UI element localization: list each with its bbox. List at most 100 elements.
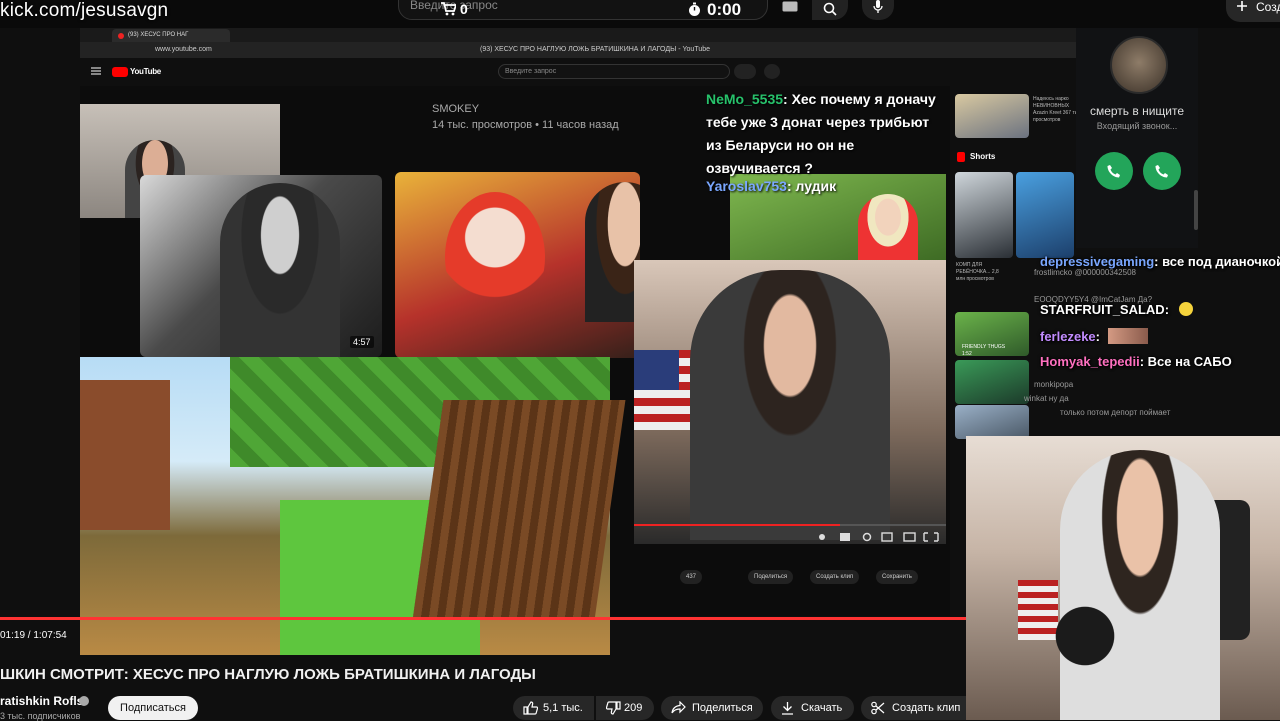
channel-name[interactable]: ratishkin Rofls [0,694,83,708]
emote-image-icon [1107,328,1148,344]
plus-icon [1236,0,1248,12]
minecraft-wall [80,380,170,530]
share-button[interactable]: Поделиться [661,696,763,720]
inner-tab[interactable]: (93) ХЕСУС ПРО НАГ [112,29,230,42]
youtube-favicon-icon [118,33,124,39]
stopwatch-icon [687,2,702,17]
flag-canton [634,350,679,390]
chat-ghost-line: только потом депорт поймает [1060,408,1171,417]
cart-count: 0 [460,1,468,17]
download-label: Скачать [801,702,843,714]
inner-page-title: (93) ХЕСУС ПРО НАГЛУЮ ЛОЖЬ БРАТИШКИНА И … [480,46,711,53]
sidebar-video-thumbnail[interactable] [955,360,1029,404]
chat-text: : Все на САБО [1139,354,1232,369]
video-card-channel[interactable]: SMOKEY [432,103,479,115]
thumbs-up-icon [523,701,538,715]
caller-name: смерть в нищите [1089,104,1185,118]
like-button[interactable]: 5,1 тыс. [513,696,594,720]
call-status: Входящий звонок... [1096,121,1178,131]
mic-icon [873,0,883,14]
inner-like-button[interactable]: 437 [680,570,703,584]
phone-icon [1107,164,1121,178]
inner-clip-button[interactable]: Создать клип [810,570,860,584]
streamer-figure [690,270,890,540]
share-label: Поделиться [692,702,753,714]
overlay-chat-message: Yaroslav753: лудик [706,178,836,194]
create-label: Создать [1256,0,1280,14]
caller-avatar [1110,36,1168,94]
inner-search-button[interactable] [734,64,756,79]
inner-player-controls [812,530,942,544]
emote-icon [1178,302,1193,316]
video-title: ШКИН СМОТРИТ: ХЕСУС ПРО НАГЛУЮ ЛОЖЬ БРАТ… [0,666,536,683]
like-count: 5,1 тыс. [543,702,583,714]
facecam-microphone [1050,600,1120,690]
accept-call-button[interactable] [1095,152,1133,190]
video-card-meta: 14 тыс. просмотров • 11 часов назад [432,119,619,131]
menu-icon[interactable] [91,67,101,75]
verified-icon [79,696,89,706]
inner-url: www.youtube.com [155,46,212,53]
stream-watermark: kick.com/jesusavgn [0,0,169,21]
inner-progress-fill [634,524,840,526]
video-thumbnail-clown[interactable] [395,172,640,358]
thumbs-down-icon [606,701,621,715]
sidebar-video-thumbnail[interactable] [955,405,1029,439]
download-button[interactable]: Скачать [771,696,854,720]
subscribe-button[interactable]: Подписаться [108,696,198,720]
scissors-icon [871,701,885,715]
keyboard-icon[interactable] [782,1,798,12]
chat-username: Yaroslav753 [706,178,787,194]
chat-text: : все под дианочкой ползают [1154,254,1280,269]
shorts-heading: Shorts [970,152,996,161]
cart-icon [440,2,456,16]
dislike-button[interactable]: 209 [596,696,654,720]
chat-ghost-line: winkat ну да [1024,394,1069,403]
video-progress-fill [0,617,966,620]
chat-ghost-line: monkipopa [1034,380,1074,389]
dislike-count: 209 [624,702,643,714]
video-thumbnail-bw[interactable] [140,175,382,357]
time-display: 01:19 / 1:07:54 [0,630,67,641]
short-thumbnail[interactable] [1016,172,1074,258]
search-icon [823,2,837,16]
inner-search-input[interactable]: Введите запрос [498,64,730,79]
chat-username: ferlezeke [1040,329,1096,344]
phone-icon [1155,164,1169,178]
inner-share-button[interactable]: Поделиться [748,570,794,584]
chat-username: depressivegaming [1040,254,1155,269]
chat-text: : лудик [786,178,837,194]
chat-message: depressivegaming: все под дианочкой полз… [1040,254,1280,269]
short-thumbnail[interactable] [955,172,1013,258]
chat-text: : [1095,329,1100,344]
chat-message: Homyak_tepedii: Все на САБО [1040,354,1232,369]
overlay-chat-message: NeMo_5535: Хес почему я доначу тебе уже … [706,88,946,180]
scrollbar[interactable] [1194,190,1198,230]
create-clip-label: Создать клип [892,702,961,714]
sidebar-video-text: FRIENDLY THUGS 1:52 [962,344,1006,357]
inner-save-button[interactable]: Сохранить [876,570,918,584]
create-clip-button[interactable]: Создать клип [861,696,966,720]
short-title: КОМП ДЛЯ РЕБЁНОЧКА... 2,8 млн просмотров [956,262,999,282]
search-button[interactable] [812,0,848,20]
create-button[interactable]: Создать [1226,0,1280,22]
minecraft-tree [412,400,626,620]
inner-mic-icon[interactable] [764,64,780,79]
chat-username: Homyak_tepedii [1040,354,1140,369]
shorts-icon [957,152,965,162]
chat-message: STARFRUIT_SALAD: [1040,302,1193,317]
chat-text: : [1164,302,1170,317]
inner-action-row: 437 Поделиться Создать клип Сохранить [680,570,950,584]
share-icon [671,701,686,714]
accept-video-call-button[interactable] [1143,152,1181,190]
chat-ghost-line: frostlimcko @000000342508 [1034,268,1136,277]
sidebar-video-thumbnail[interactable] [955,94,1029,138]
timer: 0:00 [707,0,742,19]
download-icon [781,701,794,715]
youtube-logo-icon[interactable] [112,67,128,77]
chat-username: STARFRUIT_SALAD [1040,302,1165,317]
chat-message: ferlezeke: [1040,328,1148,344]
video-duration: 4:57 [350,336,374,348]
chat-username: NeMo_5535 [706,91,784,107]
youtube-logo-text: YouTube [130,67,161,76]
